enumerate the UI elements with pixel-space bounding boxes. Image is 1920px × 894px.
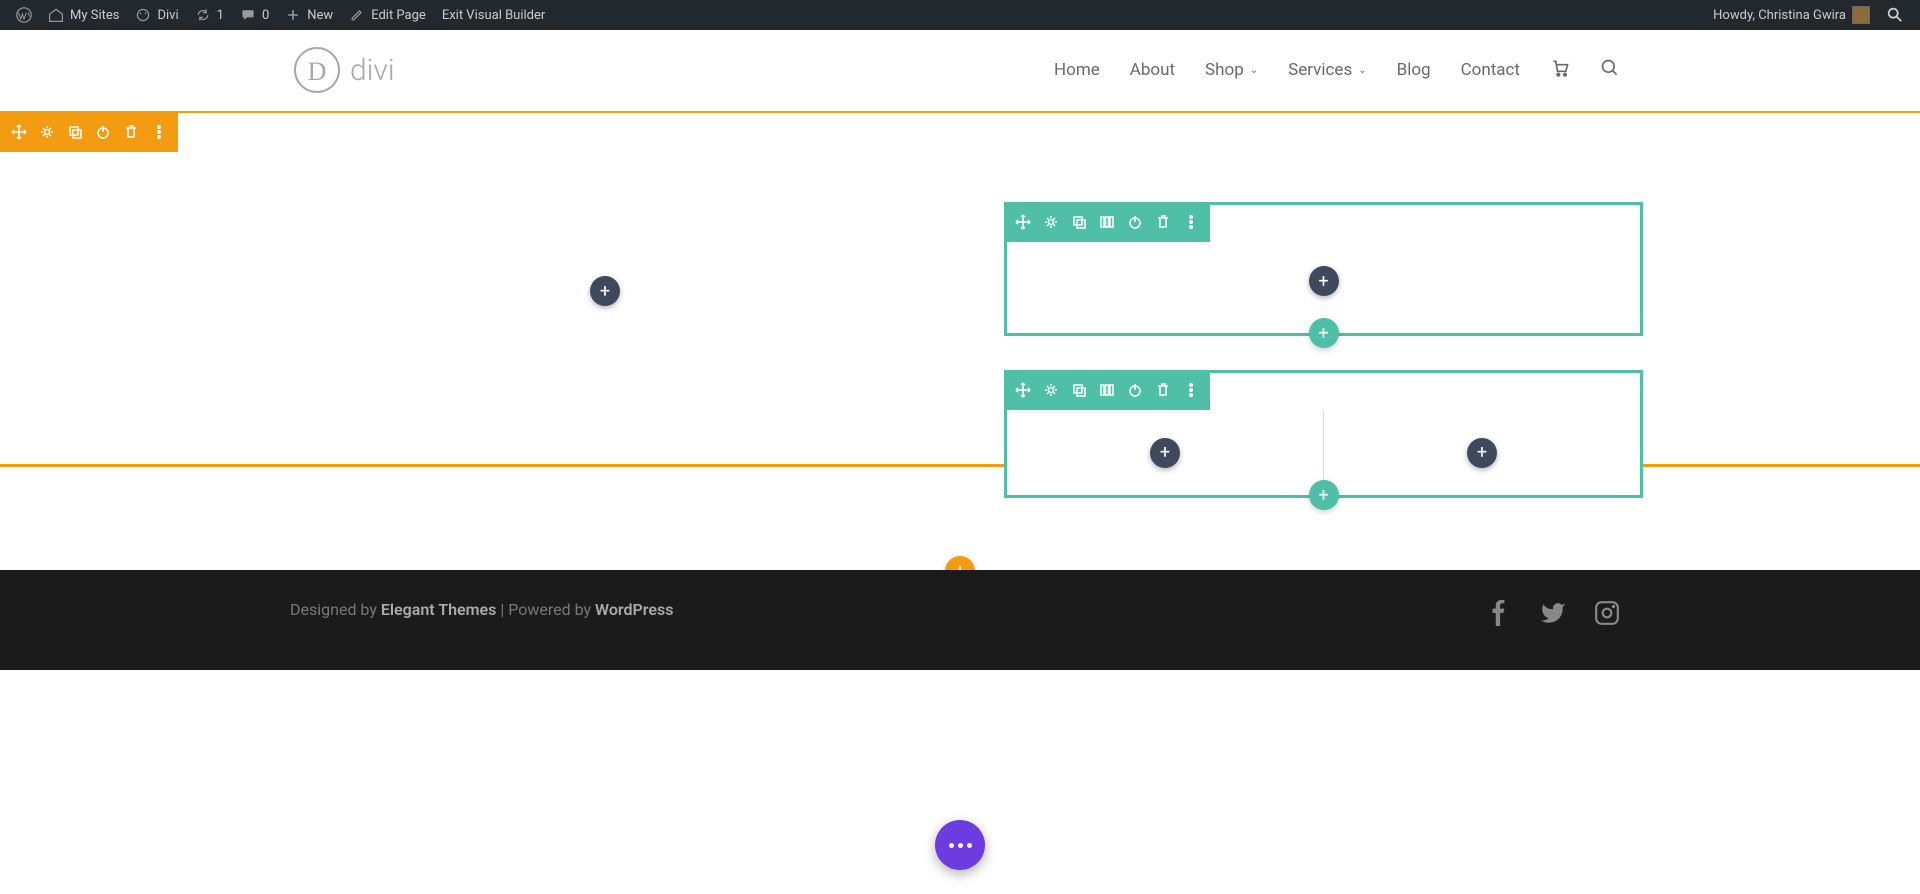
updates-count: 1 xyxy=(217,8,224,23)
wp-admin-bar: My Sites Divi 1 0 New Edit Page Exit Vis… xyxy=(0,0,1920,30)
search-icon[interactable] xyxy=(1600,58,1620,82)
duplicate-icon[interactable] xyxy=(1070,381,1088,399)
add-module-button[interactable]: + xyxy=(1309,266,1339,296)
builder-row-1: + + xyxy=(1004,202,1643,336)
gear-icon[interactable] xyxy=(1042,213,1060,231)
site-name-link[interactable]: Divi xyxy=(127,0,186,30)
more-icon[interactable] xyxy=(150,123,168,141)
move-icon[interactable] xyxy=(1014,381,1032,399)
builder-settings-fab[interactable] xyxy=(935,820,985,870)
nav-services[interactable]: Services⌄ xyxy=(1288,60,1366,80)
howdy-label: Howdy, Christina Gwira xyxy=(1713,8,1846,23)
howdy-user[interactable]: Howdy, Christina Gwira xyxy=(1705,0,1878,30)
chevron-down-icon: ⌄ xyxy=(1358,65,1366,76)
add-module-button[interactable]: + xyxy=(1467,438,1497,468)
edit-page-label: Edit Page xyxy=(371,8,426,23)
more-icon xyxy=(949,843,972,848)
duplicate-icon[interactable] xyxy=(66,123,84,141)
svg-text:D: D xyxy=(308,57,327,86)
main-nav: Home About Shop⌄ Services⌄ Blog Contact xyxy=(1054,58,1620,82)
svg-text:divi: divi xyxy=(350,53,395,88)
more-icon[interactable] xyxy=(1182,381,1200,399)
trash-icon[interactable] xyxy=(1154,213,1172,231)
add-module-button[interactable]: + xyxy=(1150,438,1180,468)
site-footer: Designed by Elegant Themes | Powered by … xyxy=(0,570,1920,670)
comments-link[interactable]: 0 xyxy=(232,0,277,30)
move-icon[interactable] xyxy=(10,123,28,141)
admin-search[interactable] xyxy=(1878,0,1912,30)
wp-logo[interactable] xyxy=(8,0,40,30)
comments-count: 0 xyxy=(262,8,269,23)
nav-home[interactable]: Home xyxy=(1054,60,1100,80)
trash-icon[interactable] xyxy=(122,123,140,141)
cart-icon[interactable] xyxy=(1550,58,1570,82)
nav-shop[interactable]: Shop⌄ xyxy=(1205,60,1258,80)
gear-icon[interactable] xyxy=(38,123,56,141)
user-avatar xyxy=(1852,6,1870,24)
more-icon[interactable] xyxy=(1182,213,1200,231)
power-icon[interactable] xyxy=(94,123,112,141)
site-name-label: Divi xyxy=(157,8,178,23)
duplicate-icon[interactable] xyxy=(1070,213,1088,231)
columns-icon[interactable] xyxy=(1098,213,1116,231)
move-icon[interactable] xyxy=(1014,213,1032,231)
power-icon[interactable] xyxy=(1126,381,1144,399)
updates-link[interactable]: 1 xyxy=(187,0,232,30)
elegant-themes-link[interactable]: Elegant Themes xyxy=(381,600,497,619)
nav-about[interactable]: About xyxy=(1130,60,1175,80)
add-row-button[interactable]: + xyxy=(1309,480,1339,510)
new-link[interactable]: New xyxy=(277,0,341,30)
nav-contact[interactable]: Contact xyxy=(1461,60,1520,80)
footer-credits: Designed by Elegant Themes | Powered by … xyxy=(290,600,673,619)
exit-vb-label: Exit Visual Builder xyxy=(442,8,545,23)
facebook-icon[interactable] xyxy=(1486,600,1512,630)
power-icon[interactable] xyxy=(1126,213,1144,231)
chevron-down-icon: ⌄ xyxy=(1250,65,1258,76)
twitter-icon[interactable] xyxy=(1540,600,1566,630)
gear-icon[interactable] xyxy=(1042,381,1060,399)
add-module-button[interactable]: + xyxy=(590,276,620,306)
new-label: New xyxy=(307,8,333,23)
wordpress-link[interactable]: WordPress xyxy=(595,600,673,619)
builder-row-2: + + + xyxy=(1004,370,1643,498)
trash-icon[interactable] xyxy=(1154,381,1172,399)
row-toolbar xyxy=(1004,202,1210,242)
my-sites-label: My Sites xyxy=(70,8,119,23)
exit-visual-builder-link[interactable]: Exit Visual Builder xyxy=(434,0,553,30)
nav-blog[interactable]: Blog xyxy=(1397,60,1431,80)
my-sites-link[interactable]: My Sites xyxy=(40,0,127,30)
row-toolbar xyxy=(1004,370,1210,410)
site-header: Ddivi Home About Shop⌄ Services⌄ Blog Co… xyxy=(0,30,1920,110)
site-logo[interactable]: Ddivi xyxy=(290,43,415,98)
row2-col-1: + xyxy=(1007,410,1324,495)
section-toolbar xyxy=(0,112,178,152)
edit-page-link[interactable]: Edit Page xyxy=(341,0,434,30)
row2-col-2: + xyxy=(1324,410,1640,495)
add-row-button[interactable]: + xyxy=(1309,318,1339,348)
instagram-icon[interactable] xyxy=(1594,600,1620,630)
footer-social xyxy=(1486,600,1620,630)
columns-icon[interactable] xyxy=(1098,381,1116,399)
